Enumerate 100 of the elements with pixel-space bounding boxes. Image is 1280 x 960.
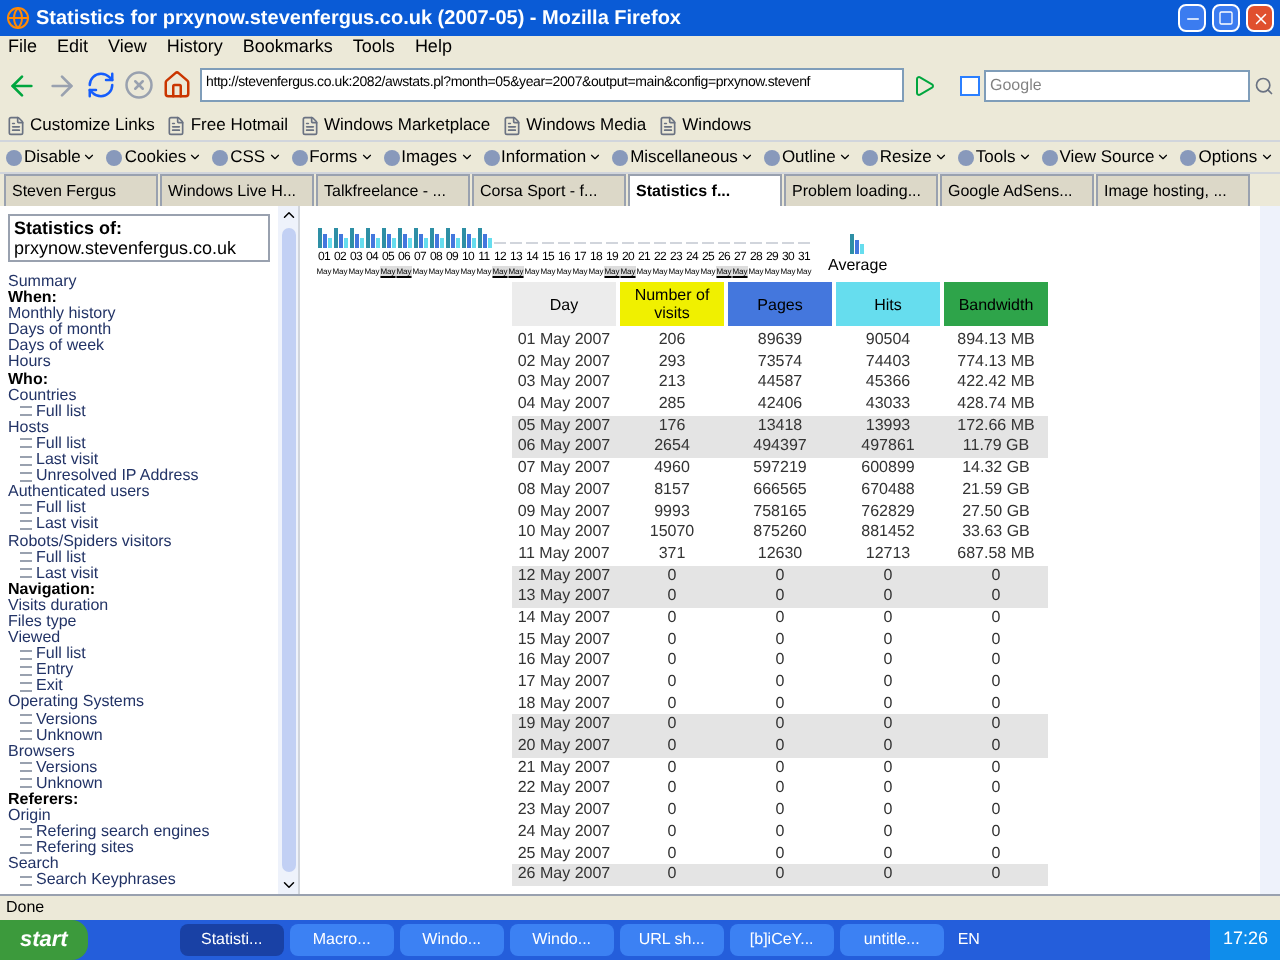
table-cell-text: 597219 — [751, 458, 809, 480]
sidebar-sublink[interactable]: Versions — [36, 759, 98, 776]
toolbar-menu[interactable]: Options — [1180, 144, 1274, 170]
scroll-up-icon[interactable] — [279, 206, 297, 224]
browser-tab[interactable]: Google AdSens... — [940, 174, 1094, 206]
table-cell-text: 90504 — [863, 330, 913, 352]
bookmark-link[interactable]: Free Hotmail — [190, 112, 289, 138]
go-icon[interactable] — [912, 73, 936, 97]
sidebar-link[interactable]: Countries — [8, 387, 270, 404]
sidebar-link[interactable]: Days of week — [8, 338, 270, 355]
sidebar-sublink[interactable]: Last visit — [36, 516, 99, 533]
search-field[interactable]: Google — [984, 69, 1250, 101]
table-cell-text: 0 — [665, 821, 679, 843]
menu-item[interactable]: Edit — [57, 34, 89, 62]
taskbar-button[interactable]: Windo... — [399, 924, 504, 956]
toolbar-menu[interactable]: CSS — [212, 144, 282, 170]
sidebar-link[interactable]: Robots/Spiders visitors — [8, 533, 270, 550]
home-icon[interactable] — [162, 70, 192, 100]
toolbar-menu[interactable]: View Source — [1041, 144, 1171, 170]
table-cell-text: 0 — [881, 650, 895, 672]
sidebar-sublink[interactable]: Full list — [36, 646, 86, 663]
sidebar-link[interactable]: Monthly history — [8, 306, 270, 323]
sidebar-link[interactable]: Summary — [8, 274, 270, 291]
scrollbar[interactable] — [1260, 206, 1280, 894]
sidebar-link[interactable]: Days of month — [8, 322, 270, 339]
sidebar-link[interactable]: Viewed — [8, 630, 270, 647]
scrollbar[interactable] — [278, 206, 298, 894]
forward-icon[interactable] — [46, 69, 78, 101]
toolbar-menu[interactable]: Miscellaneous — [612, 144, 754, 170]
sidebar-sublink[interactable]: Full list — [36, 435, 86, 453]
sidebar-link[interactable]: Hosts — [8, 419, 270, 436]
sidebar-sublink[interactable]: Entry — [36, 662, 74, 679]
sidebar-link[interactable]: Origin — [8, 808, 270, 825]
stop-icon[interactable] — [124, 70, 154, 100]
menu-item[interactable]: Tools — [352, 34, 395, 62]
toolbar-menu[interactable]: Images — [383, 144, 474, 170]
browser-tab[interactable]: Corsa Sport - f... — [472, 174, 626, 206]
sidebar-sublink[interactable]: Unresolved IP Address — [36, 468, 199, 485]
browser-tab[interactable]: Image hosting, ... — [1096, 174, 1250, 206]
sidebar-sublink[interactable]: Refering search engines — [36, 824, 210, 841]
table-cell-text: 0 — [665, 607, 679, 630]
sidebar-link[interactable]: Visits duration — [8, 597, 270, 614]
toolbar-menu[interactable]: Cookies — [106, 144, 203, 170]
browser-tab[interactable]: Talkfreelance - ... — [316, 174, 470, 206]
sidebar-link[interactable]: Hours — [8, 354, 270, 372]
browser-tab[interactable]: Problem loading... — [784, 174, 938, 206]
sidebar-sublink[interactable]: Full list — [36, 549, 86, 566]
taskbar-button[interactable]: Macro... — [289, 924, 394, 956]
sidebar-link[interactable]: Files type — [8, 613, 270, 631]
bookmark-link[interactable]: Windows Media — [526, 112, 647, 138]
sidebar-sublink[interactable]: Versions — [36, 711, 98, 728]
menu-item[interactable]: Bookmarks — [242, 34, 333, 62]
browser-tab[interactable]: Steven Fergus — [4, 174, 158, 206]
sidebar-link[interactable]: Operating Systems — [8, 694, 270, 712]
minimize-button[interactable] — [1178, 4, 1206, 32]
taskbar-button[interactable]: Statisti... — [179, 924, 284, 956]
sidebar-sublink[interactable]: Exit — [36, 678, 63, 695]
sidebar-link[interactable]: Browsers — [8, 743, 270, 760]
scroll-down-icon[interactable] — [279, 876, 297, 894]
toolbar-menu[interactable]: Outline — [763, 144, 852, 170]
close-button[interactable] — [1246, 4, 1274, 32]
table-cell-text: 10 May 2007 — [515, 522, 613, 544]
sidebar-sublink[interactable]: Last visit — [36, 452, 99, 469]
browser-tab[interactable]: Windows Live H... — [160, 174, 314, 206]
sidebar-sublink[interactable]: Unknown — [36, 775, 103, 792]
toolbar-menu[interactable]: Tools — [957, 144, 1032, 170]
sidebar-link[interactable]: Search — [8, 856, 270, 873]
sidebar-sublink[interactable]: Last visit — [36, 565, 99, 582]
search-engine-icon[interactable] — [960, 75, 980, 95]
bookmark-link[interactable]: Customize Links — [30, 112, 155, 138]
table-cell-text: 73574 — [755, 351, 805, 373]
search-icon[interactable] — [1254, 75, 1274, 95]
back-icon[interactable] — [6, 69, 38, 101]
menu-item[interactable]: View — [108, 34, 147, 62]
bookmark-link[interactable]: Windows Marketplace — [324, 112, 491, 138]
toolbar-menu[interactable]: Forms — [291, 144, 374, 170]
sidebar-sublink[interactable]: Search Keyphrases — [36, 872, 176, 890]
taskbar-button[interactable]: URL sh... — [619, 924, 724, 956]
list-icon — [20, 876, 32, 887]
toolbar-menu[interactable]: Disable — [6, 144, 97, 170]
sidebar-link[interactable]: Authenticated users — [8, 484, 270, 501]
toolbar-menu[interactable]: Resize — [861, 144, 948, 170]
taskbar-button[interactable]: untitle... — [839, 924, 944, 956]
menu-item[interactable]: Help — [414, 34, 452, 62]
maximize-button[interactable] — [1212, 4, 1240, 32]
taskbar-button[interactable]: Windo... — [509, 924, 614, 956]
menu-item[interactable]: File — [8, 34, 38, 62]
toolbar-menu[interactable]: Information — [483, 144, 603, 170]
reload-icon[interactable] — [86, 70, 116, 100]
taskbar-button[interactable]: [b]iCeY... — [729, 924, 834, 956]
start-button[interactable]: start — [0, 920, 88, 960]
bookmark-link[interactable]: Windows — [682, 112, 752, 138]
menu-item[interactable]: History — [166, 34, 223, 62]
browser-tab[interactable]: Statistics f... — [628, 174, 782, 206]
sidebar-sublink[interactable]: Full list — [36, 500, 86, 517]
table-cell-text: 15070 — [647, 522, 697, 544]
sidebar-sublink[interactable]: Unknown — [36, 727, 103, 744]
sidebar-sublink[interactable]: Full list — [36, 403, 86, 420]
table-cell-text: 666565 — [751, 479, 809, 501]
sidebar-sublink[interactable]: Refering sites — [36, 840, 134, 857]
